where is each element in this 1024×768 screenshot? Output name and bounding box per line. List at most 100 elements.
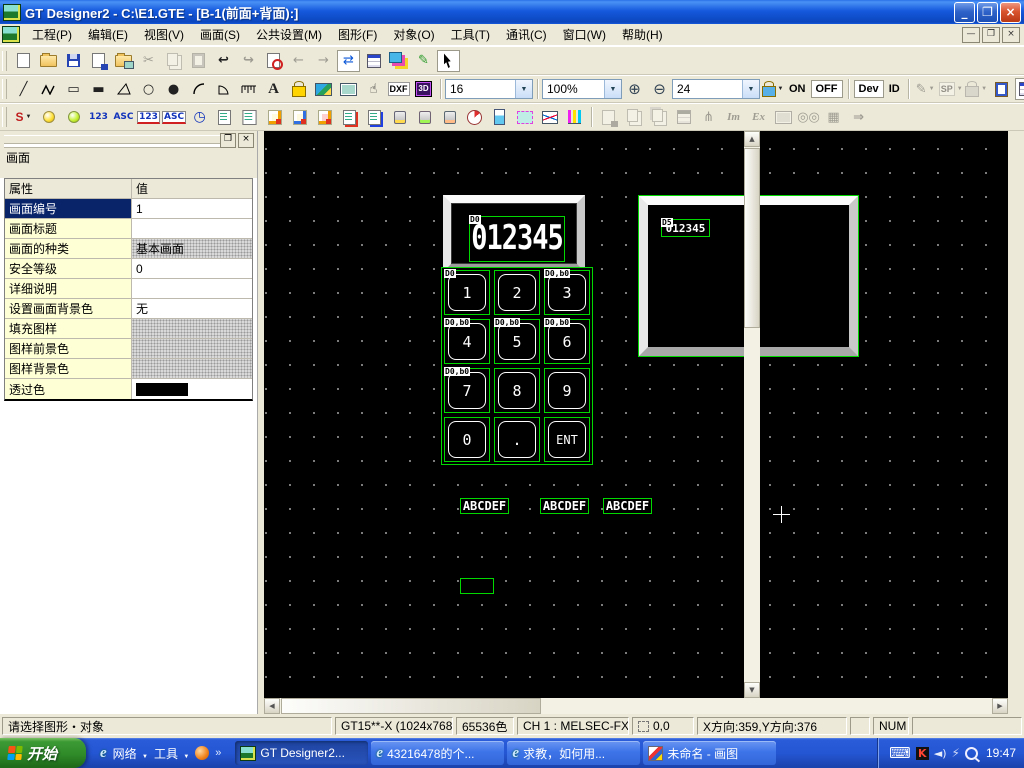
previous-screen-icon[interactable]: ← (287, 50, 310, 72)
input-method-icon[interactable]: ⌨ (889, 744, 911, 762)
import-icon[interactable]: Im (722, 106, 745, 128)
property-name[interactable]: 图样前景色 (5, 339, 132, 358)
save-icon[interactable] (62, 50, 85, 72)
menu-item-screen[interactable]: 画面(S) (192, 24, 248, 45)
keypad-key-2[interactable]: 2 (494, 270, 540, 315)
quick-tools-menu[interactable]: 工具 ▼ (154, 745, 189, 762)
paint-icon[interactable] (287, 78, 310, 100)
menu-item-view[interactable]: 视图(V) (136, 24, 192, 45)
keypad-key-dot[interactable]: . (494, 417, 540, 462)
horizontal-scroll-thumb[interactable] (281, 698, 541, 714)
screen-transition-icon[interactable]: ⇄ (337, 50, 360, 72)
small-numeric-display[interactable]: D5 012345 (661, 219, 710, 237)
table-row[interactable]: 图样前景色 (5, 339, 252, 359)
select-arrow-icon[interactable] (437, 50, 460, 72)
panel-close-button[interactable]: × (238, 133, 254, 148)
volume-icon[interactable]: ◄) (934, 747, 947, 760)
keypad-key-4[interactable]: D0,b04 (444, 319, 490, 364)
toolbar-grip[interactable] (2, 107, 7, 127)
property-sheet-icon[interactable] (1015, 78, 1024, 100)
ascii-input-icon[interactable]: ASC (162, 106, 186, 128)
grid-color-icon[interactable]: ▼ (761, 78, 784, 100)
close-button[interactable]: × (1000, 2, 1021, 23)
find-device-icon[interactable]: ◎◎ (797, 106, 820, 128)
circle-icon[interactable]: ○ (137, 78, 160, 100)
forward-icon[interactable]: ⇒ (847, 106, 870, 128)
chevron-down-icon[interactable]: ▼ (604, 80, 621, 98)
vertical-scrollbar[interactable]: ▲ ▼ (744, 131, 760, 698)
toolbar-grip[interactable] (2, 51, 7, 71)
menu-item-object[interactable]: 对象(O) (385, 24, 442, 45)
bit-lamp-icon[interactable] (37, 106, 60, 128)
switch-dropdown-icon[interactable]: S▼ (12, 106, 35, 128)
comment-bit-icon[interactable] (213, 106, 236, 128)
dxf-icon[interactable]: DXF (387, 78, 410, 100)
table-row[interactable]: 填充图样 (5, 319, 252, 339)
panel-float-button[interactable]: ❐ (220, 133, 236, 148)
level-display-icon[interactable] (488, 106, 511, 128)
font-size-combo[interactable]: 16 ▼ (445, 79, 533, 99)
table-row[interactable]: 详细说明 (5, 279, 252, 299)
property-value[interactable]: 无 (132, 299, 252, 318)
screen-open-icon[interactable] (112, 50, 135, 72)
screen-image-list-icon[interactable] (387, 50, 410, 72)
vertical-scroll-thumb[interactable] (744, 148, 760, 328)
menu-item-communication[interactable]: 通讯(C) (498, 24, 555, 45)
menu-item-common[interactable]: 公共设置(M) (248, 24, 330, 45)
keypad-key-1[interactable]: D01 (444, 270, 490, 315)
menu-item-figure[interactable]: 图形(F) (330, 24, 385, 45)
quick-launch-overflow-icon[interactable]: » (215, 747, 221, 759)
lamp-area-word-icon[interactable] (413, 106, 436, 128)
copy-attributes-icon[interactable] (990, 78, 1013, 100)
property-name[interactable]: 安全等级 (5, 259, 132, 278)
minimize-button[interactable]: _ (954, 2, 975, 23)
cut-icon[interactable]: ✂ (137, 50, 160, 72)
chevron-down-icon[interactable]: ▼ (742, 80, 759, 98)
property-name[interactable]: 透过色 (5, 379, 132, 399)
property-name[interactable]: 图样背景色 (5, 359, 132, 378)
keypad-key-9[interactable]: 9 (544, 368, 590, 413)
download-tool-icon[interactable]: ⚡ (952, 746, 960, 760)
property-value[interactable] (132, 219, 252, 238)
ascii-display-3[interactable]: ABCDEF (603, 498, 652, 514)
menu-item-edit[interactable]: 编辑(E) (80, 24, 136, 45)
numeric-display-object[interactable]: D0 012345 (469, 216, 565, 262)
word-lamp-icon[interactable] (62, 106, 85, 128)
ascii-display-icon[interactable]: ASC (112, 106, 135, 128)
new-icon[interactable] (12, 50, 35, 72)
table-row[interactable]: 设置画面背景色 无 (5, 299, 252, 319)
menu-item-project[interactable]: 工程(P) (24, 24, 80, 45)
hand-icon[interactable]: ☝ (362, 78, 385, 100)
property-name[interactable]: 详细说明 (5, 279, 132, 298)
text-icon[interactable]: A (262, 78, 285, 100)
table-row[interactable]: 透过色 (5, 379, 252, 399)
keypad-key-0[interactable]: 0 (444, 417, 490, 462)
quick-app-icon[interactable] (195, 746, 209, 760)
trend-graph-icon[interactable] (538, 106, 561, 128)
property-value[interactable]: 0 (132, 259, 252, 278)
filled-rectangle-icon[interactable]: ▬ (87, 78, 110, 100)
menu-item-help[interactable]: 帮助(H) (614, 24, 671, 45)
draw-pen-icon[interactable]: ✎ (412, 50, 435, 72)
scroll-down-icon[interactable]: ▼ (744, 682, 760, 698)
scale-icon[interactable] (237, 78, 260, 100)
keypad-key-8[interactable]: 8 (494, 368, 540, 413)
table-row[interactable]: 画面的种类 基本画面 (5, 239, 252, 259)
property-name[interactable]: 画面标题 (5, 219, 132, 238)
touch-keypad[interactable]: D01 2 D0,b03 D0,b04 D0,b05 D0,b06 D0,b07… (441, 267, 593, 465)
property-name[interactable]: 设置画面背景色 (5, 299, 132, 318)
design-canvas[interactable]: D0 012345 D01 2 D0,b03 D0,b04 D0,b05 D0,… (264, 131, 1008, 698)
polyline-icon[interactable] (37, 78, 60, 100)
menu-item-tools[interactable]: 工具(T) (443, 24, 498, 45)
scroll-up-icon[interactable]: ▲ (744, 131, 760, 147)
quick-net-menu[interactable]: 网络 ▼ (113, 745, 148, 762)
data-list-icon[interactable] (362, 50, 385, 72)
table-row[interactable]: 画面标题 (5, 219, 252, 239)
start-button[interactable]: 开始 (0, 738, 86, 768)
mdi-minimize-button[interactable]: — (962, 27, 980, 43)
ascii-display-1[interactable]: ABCDEF (460, 498, 509, 514)
sp-icon[interactable]: SP▼ (939, 78, 963, 100)
polygon-icon[interactable] (112, 78, 135, 100)
device-off-button[interactable]: OFF (811, 80, 843, 98)
internet-explorer-icon[interactable]: e (100, 745, 107, 762)
